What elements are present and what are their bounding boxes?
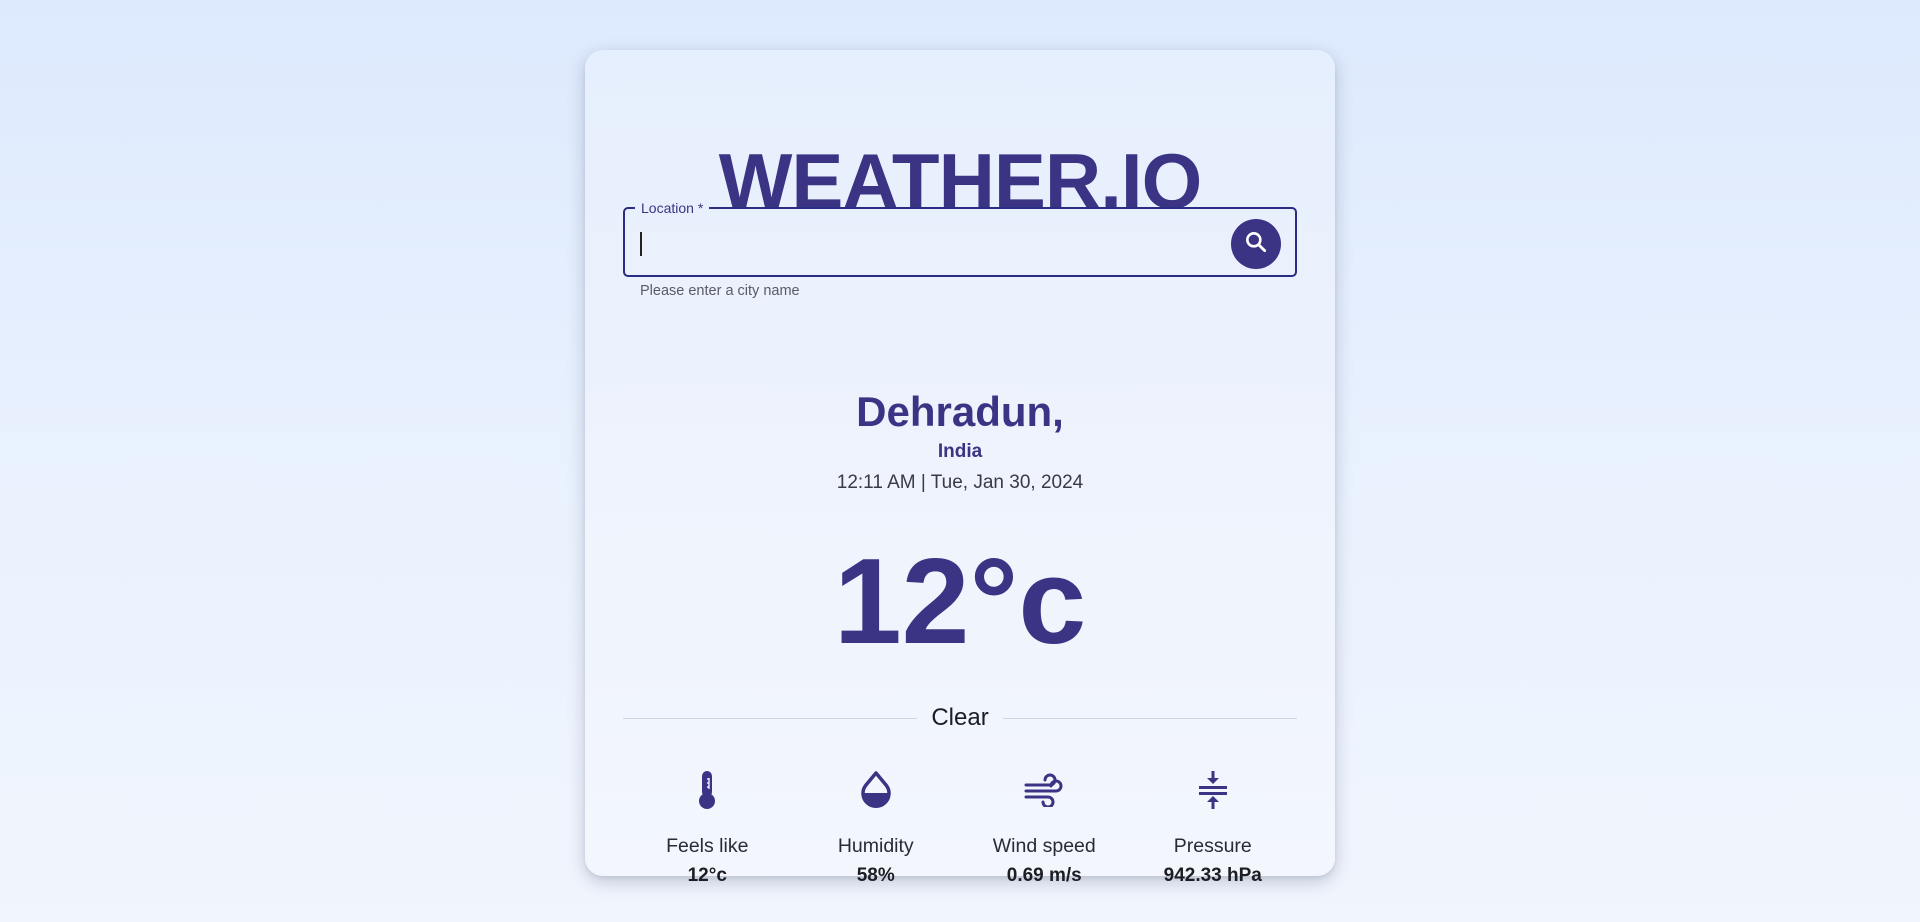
- pressure-icon: [1129, 766, 1298, 814]
- stat-value: 942.33 hPa: [1163, 865, 1262, 886]
- weather-stats: Feels like 12°c Humidity 58% Wind speed …: [623, 766, 1297, 888]
- divider-line-left: [623, 717, 918, 719]
- stat-humidity: Humidity 58%: [792, 766, 961, 888]
- stat-value: 0.69 m/s: [1006, 865, 1082, 886]
- divider-line-right: [1002, 717, 1298, 719]
- condition-divider: Clear: [623, 702, 1298, 734]
- current-temperature: 12°c: [833, 533, 1087, 669]
- thermometer-icon: [623, 766, 792, 814]
- stat-pressure: Pressure 942.33 hPa: [1129, 766, 1298, 888]
- water-drop-icon: [792, 766, 961, 814]
- stat-label: Humidity: [837, 835, 914, 857]
- location-helper-text: Please enter a city name: [640, 283, 800, 299]
- search-button[interactable]: [1231, 219, 1281, 269]
- weather-condition: Clear: [931, 704, 989, 731]
- country-name: India: [937, 441, 983, 462]
- location-field[interactable]: Location *: [623, 199, 1297, 277]
- weather-card: WEATHER.IO Location * Please enter a cit…: [585, 50, 1335, 886]
- stat-wind-speed: Wind speed 0.69 m/s: [960, 766, 1129, 888]
- stat-value: 58%: [856, 865, 895, 886]
- text-caret: [640, 232, 642, 256]
- stat-label: Wind speed: [992, 835, 1096, 857]
- wind-icon: [960, 766, 1129, 814]
- stat-feels-like: Feels like 12°c: [623, 766, 792, 888]
- search-icon: [1243, 229, 1269, 260]
- stat-label: Pressure: [1173, 835, 1252, 857]
- location-input[interactable]: [639, 221, 1219, 265]
- stat-value: 12°c: [687, 865, 727, 886]
- location-field-label: Location *: [635, 199, 710, 217]
- stat-label: Feels like: [666, 835, 749, 857]
- city-name: Dehradun,: [856, 388, 1064, 435]
- date-time: 12:11 AM | Tue, Jan 30, 2024: [836, 472, 1084, 493]
